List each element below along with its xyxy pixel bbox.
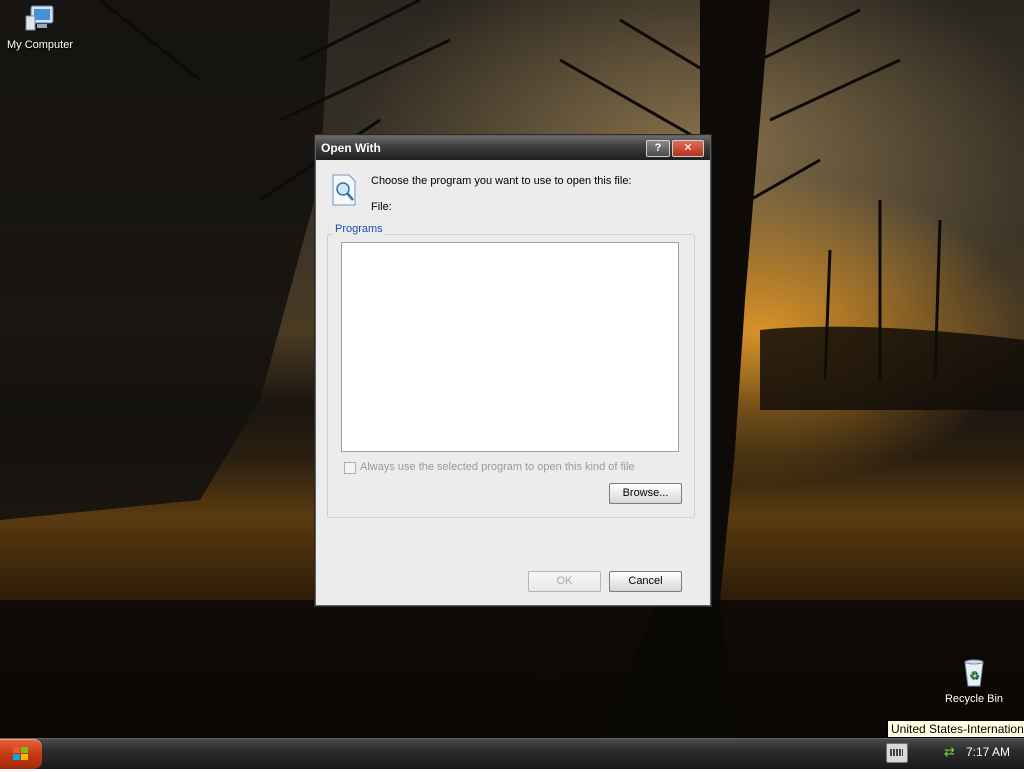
programs-list[interactable] — [341, 242, 679, 452]
taskbar-clock[interactable]: 7:17 AM — [966, 745, 1010, 759]
ok-button[interactable]: OK — [528, 571, 601, 592]
network-icon[interactable]: ⇄ — [944, 745, 958, 759]
file-label: File: — [371, 201, 392, 213]
cancel-button[interactable]: Cancel — [609, 571, 682, 592]
my-computer-icon — [25, 5, 54, 31]
programs-group-label: Programs — [333, 223, 385, 235]
always-use-checkbox[interactable] — [344, 462, 356, 474]
close-button[interactable]: ✕ — [672, 140, 704, 157]
recycle-bin-label: Recycle Bin — [944, 693, 1004, 705]
language-tooltip: United States-International — [887, 720, 1024, 738]
dialog-title: Open With — [321, 141, 381, 155]
recycle-bin-icon: ♻ — [964, 659, 984, 687]
keyboard-language-icon[interactable] — [886, 743, 908, 763]
svg-text:♻: ♻ — [969, 669, 979, 682]
open-with-dialog: Open With ? ✕ Choose the program you wan… — [315, 135, 711, 606]
taskbar — [0, 738, 1024, 769]
always-use-label: Always use the selected program to open … — [360, 461, 635, 473]
close-icon: ✕ — [683, 142, 693, 154]
my-computer-shortcut[interactable]: My Computer — [0, 2, 80, 51]
my-computer-label: My Computer — [6, 39, 74, 51]
dialog-titlebar[interactable]: Open With ? ✕ — [316, 136, 710, 160]
dialog-prompt: Choose the program you want to use to op… — [371, 175, 632, 187]
start-button[interactable] — [0, 739, 42, 769]
windows-logo-icon — [13, 747, 28, 760]
document-search-icon — [332, 174, 356, 206]
help-button[interactable]: ? — [646, 140, 670, 157]
recycle-bin-shortcut[interactable]: ♻ Recycle Bin — [934, 656, 1014, 705]
browse-button[interactable]: Browse... — [609, 483, 682, 504]
